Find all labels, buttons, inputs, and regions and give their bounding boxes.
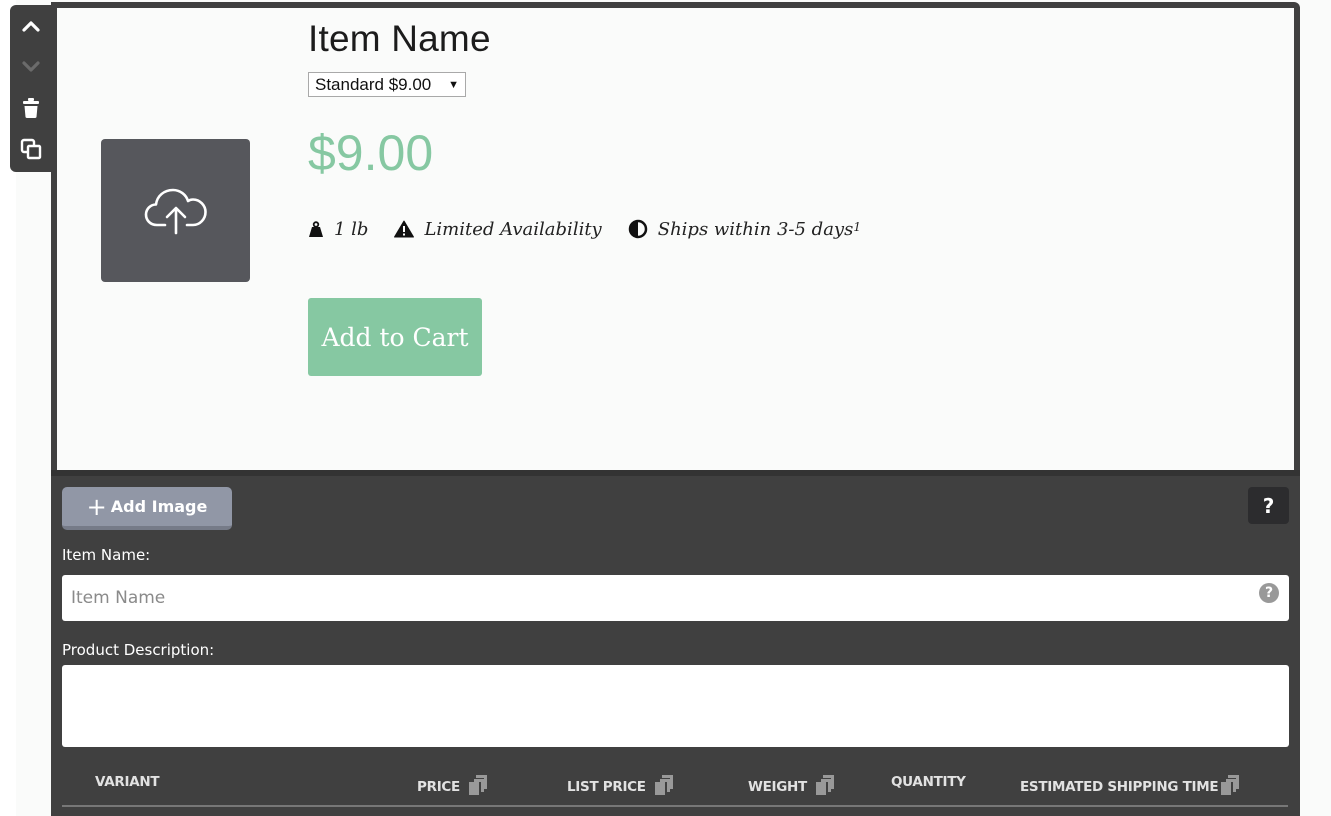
chevron-down-icon [22, 61, 40, 72]
preview-divider [51, 470, 1300, 476]
item-name-label: Item Name: [62, 546, 151, 564]
half-circle-icon [628, 219, 647, 239]
plus-icon: + [86, 492, 107, 521]
product-description-label: Product Description: [62, 641, 215, 659]
block-toolbar [10, 5, 52, 172]
column-variant: VARIANT [95, 774, 160, 790]
column-price: PRICE [417, 774, 488, 800]
move-down-button[interactable] [20, 56, 42, 78]
dropdown-arrow-icon: ▼ [448, 78, 459, 91]
duplicate-icon [20, 138, 42, 160]
warning-icon [394, 220, 415, 238]
column-label: QUANTITY [891, 774, 966, 790]
duplicate-button[interactable] [20, 138, 42, 160]
weight-info: 1 lb [308, 219, 368, 240]
chevron-up-icon [22, 21, 40, 32]
variant-table-header: VARIANT PRICE LIST PRICE WEIGHT QUANTITY… [62, 766, 1288, 807]
cloud-upload-icon [144, 188, 207, 234]
column-weight: WEIGHT [748, 774, 835, 800]
add-image-button[interactable]: + Add Image [62, 487, 232, 530]
weight-value: 1 lb [334, 218, 369, 240]
help-button[interactable]: ? [1248, 487, 1289, 524]
variant-select-value: Standard $9.00 [315, 74, 432, 94]
column-label: ESTIMATED SHIPPING TIME [1020, 779, 1219, 795]
column-label: PRICE [417, 779, 460, 795]
column-label: LIST PRICE [567, 779, 646, 795]
column-label: WEIGHT [748, 779, 807, 795]
item-name-help-icon[interactable]: ? [1259, 583, 1279, 603]
item-name-input[interactable] [62, 575, 1289, 621]
column-quantity: QUANTITY [891, 774, 966, 790]
product-price: $9.00 [308, 125, 434, 181]
column-list-price: LIST PRICE [567, 774, 674, 800]
product-description-input[interactable] [62, 665, 1289, 747]
shipping-value: Ships within 3-5 days [657, 218, 854, 240]
product-image-upload[interactable] [101, 139, 250, 282]
copy-all-icon[interactable] [815, 774, 835, 800]
move-up-button[interactable] [20, 15, 42, 37]
add-to-cart-button[interactable]: Add to Cart [308, 298, 482, 376]
copy-all-icon[interactable] [654, 774, 674, 800]
column-label: VARIANT [95, 774, 160, 790]
variant-select[interactable]: Standard $9.00 ▼ [308, 72, 466, 97]
shipping-footnote: 1 [853, 220, 861, 234]
availability-info: Limited Availability [394, 218, 602, 240]
trash-icon [23, 98, 39, 118]
product-title: Item Name [308, 18, 491, 59]
weight-icon [309, 220, 323, 237]
availability-value: Limited Availability [424, 218, 602, 240]
column-estimated-shipping-time: ESTIMATED SHIPPING TIME [1020, 774, 1240, 800]
add-image-label: Add Image [110, 497, 208, 516]
copy-all-icon[interactable] [468, 774, 488, 800]
delete-button[interactable] [20, 97, 42, 119]
product-meta: 1 lb Limited Availability Ships within 3… [308, 214, 887, 244]
copy-all-icon[interactable] [1220, 774, 1240, 800]
shipping-info: Ships within 3-5 days 1 [628, 219, 861, 240]
